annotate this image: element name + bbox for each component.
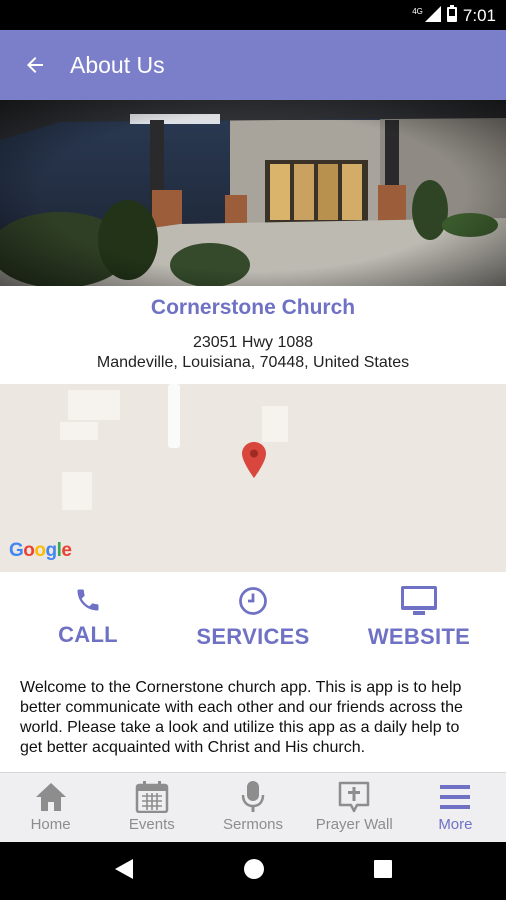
- website-label: WEBSITE: [367, 624, 471, 649]
- prayer-cross-icon: [338, 781, 370, 813]
- phone-icon: [77, 589, 99, 611]
- call-button[interactable]: CALL: [13, 586, 163, 648]
- recents-square-icon[interactable]: [373, 859, 393, 884]
- home-circle-icon[interactable]: [242, 857, 266, 886]
- call-label: CALL: [58, 622, 118, 647]
- status-bar: 4G 7:01: [0, 0, 506, 30]
- battery-icon: [446, 5, 457, 27]
- map-pin-icon[interactable]: [242, 442, 266, 483]
- nav-more-label: More: [438, 816, 473, 833]
- signal-icon: [424, 5, 441, 27]
- map-building: [68, 390, 120, 420]
- church-photo: [0, 100, 506, 286]
- nav-events-label: Events: [128, 816, 175, 833]
- bottom-nav: Home Events Sermons Prayer Wall More: [0, 772, 506, 842]
- arrow-left-icon: [27, 57, 43, 73]
- nav-prayer-wall-label: Prayer Wall: [315, 816, 393, 833]
- home-icon: [35, 783, 66, 811]
- clock-icon: [239, 587, 267, 615]
- church-name: Cornerstone Church: [150, 296, 356, 319]
- website-button[interactable]: WEBSITE: [344, 586, 494, 650]
- calendar-icon: [135, 781, 169, 813]
- back-button[interactable]: [0, 30, 70, 100]
- network-type: 4G: [412, 6, 423, 16]
- microphone-icon: [241, 781, 265, 812]
- google-logo: Google: [9, 540, 72, 561]
- nav-home[interactable]: Home: [0, 773, 101, 842]
- system-nav-bar: [0, 842, 506, 900]
- nav-home-label: Home: [30, 816, 71, 833]
- address-line-2: Mandeville, Louisiana, 70448, United Sta…: [96, 354, 410, 371]
- app-bar: About Us: [0, 30, 506, 100]
- back-triangle-icon[interactable]: [113, 857, 135, 886]
- nav-sermons[interactable]: Sermons: [202, 773, 303, 842]
- nav-events[interactable]: Events: [101, 773, 202, 842]
- address-line-1: 23051 Hwy 1088: [192, 334, 314, 351]
- welcome-text: Welcome to the Cornerstone church app. T…: [20, 679, 463, 756]
- nav-sermons-label: Sermons: [222, 816, 284, 833]
- clock-time: 7:01: [462, 6, 496, 25]
- monitor-icon: [401, 586, 437, 615]
- nav-more[interactable]: More: [405, 773, 506, 842]
- map-building: [60, 422, 98, 440]
- menu-icon: [440, 785, 471, 809]
- map-building: [262, 406, 288, 442]
- map-road: [168, 384, 180, 448]
- services-button[interactable]: SERVICES: [178, 586, 328, 650]
- map-building: [62, 472, 92, 510]
- page-title: About Us: [70, 51, 165, 78]
- nav-prayer-wall[interactable]: Prayer Wall: [304, 773, 405, 842]
- services-label: SERVICES: [196, 624, 310, 649]
